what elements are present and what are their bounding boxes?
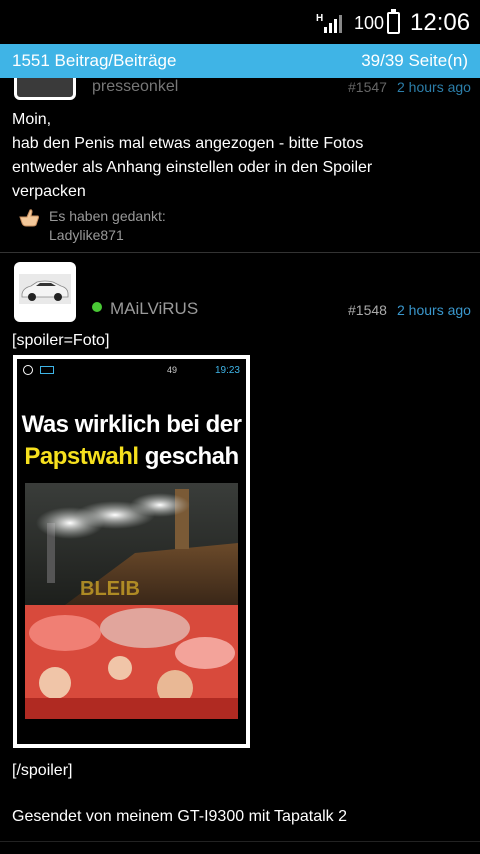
system-status-bar: H 100 12:06 [0,0,480,44]
post-time: 2 hours ago [397,79,471,95]
thumbs-up-icon [19,209,39,227]
post-username[interactable]: presseonkel [92,78,178,96]
avatar[interactable] [14,262,76,322]
post-signature: Gesendet von meinem GT-I9300 mit Tapatal… [12,808,347,825]
battery-icon [387,9,400,34]
car-image [19,274,71,304]
thanks-label: Es haben gedankt: [49,208,166,224]
post-divider [0,252,480,253]
network-type-label: H [316,13,323,24]
post-username[interactable]: MAiLViRUS [110,299,198,319]
clock: 12:06 [410,9,471,36]
battery-level: 100 [354,13,385,33]
notification-icon [40,366,54,374]
post-body: Moin, hab den Penis mal etwas angezogen … [12,108,472,204]
meme-title-line1: Was wirklich bei der [21,411,242,438]
image-clock: 19:23 [214,365,240,376]
page-indicator[interactable]: 39/39 Seite(n) [361,51,468,71]
meme-title-highlight: Papstwahl [24,443,139,470]
post-number: #1548 [348,302,387,318]
post-text-line: entweder als Anhang einstellen oder in d… [12,159,373,176]
image-status-icons: 49 [167,365,178,375]
post-header: presseonkel #1547 2 hours ago [0,78,480,100]
avatar[interactable] [14,78,76,100]
signal-icon: H [316,13,342,33]
meme-title-rest: geschah [144,443,239,470]
post-text-line: verpacken [12,183,86,200]
post-text-line: hab den Penis mal etwas angezogen - bitt… [12,135,364,152]
post-time: 2 hours ago [397,302,471,318]
online-status-indicator [92,302,102,312]
image-status-bar: 49 19:23 [17,359,246,383]
post-divider [0,841,480,842]
meme-image: 49 19:23 Was wirklich bei der Papstwahl … [17,359,246,744]
post-image[interactable]: 49 19:23 Was wirklich bei der Papstwahl … [13,355,250,748]
whatsapp-icon [23,365,33,375]
post-text-line: Moin, [12,111,52,128]
thread-header-bar: 1551 Beitrag/Beiträge 39/39 Seite(n) [0,44,480,78]
meme-title-line2: Papstwahl geschah [17,443,246,471]
meme-photo: BLEIB [25,483,238,719]
watermark: BLEIB [80,578,140,600]
spoiler-open-tag: [spoiler=Foto] [12,332,110,349]
post-count: 1551 Beitrag/Beiträge [12,51,177,70]
post-number: #1547 [348,79,387,95]
spoiler-close-tag: [/spoiler] [12,762,73,779]
thanks-user-link[interactable]: Ladylike871 [49,227,124,243]
